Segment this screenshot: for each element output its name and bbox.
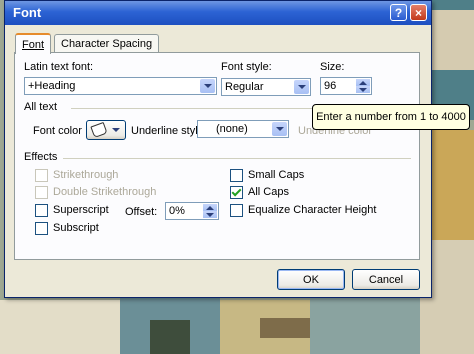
all-caps-checkbox[interactable] — [230, 186, 243, 199]
equalize-height-checkbox[interactable] — [230, 204, 243, 217]
font-style-label: Font style: — [221, 61, 272, 73]
size-value: 96 — [324, 80, 337, 92]
effects-section-label: Effects — [24, 151, 58, 163]
chevron-down-icon — [297, 85, 306, 89]
chevron-down-icon — [275, 127, 284, 131]
latin-font-select[interactable]: +Heading — [24, 77, 217, 95]
font-style-value: Regular — [225, 81, 264, 93]
dialog-title: Font — [13, 5, 42, 20]
superscript-label: Superscript — [53, 204, 109, 216]
all-caps-label: All Caps — [248, 186, 289, 198]
size-spin-down[interactable] — [356, 86, 370, 93]
size-tooltip: Enter a number from 1 to 4000 — [312, 104, 470, 130]
offset-spin-down[interactable] — [203, 211, 217, 218]
offset-spin-up[interactable] — [203, 204, 217, 211]
chevron-up-icon — [359, 80, 367, 85]
strikethrough-checkbox[interactable] — [35, 169, 48, 182]
title-bar[interactable]: Font ? × — [5, 1, 431, 25]
size-tooltip-text: Enter a number from 1 to 4000 — [316, 111, 466, 123]
close-button[interactable]: × — [410, 4, 427, 21]
tab-font[interactable]: Font — [15, 33, 52, 54]
chevron-up-icon — [206, 205, 214, 210]
underline-style-value: (none) — [216, 123, 248, 135]
size-spinbox[interactable]: 96 — [320, 77, 372, 95]
font-color-label: Font color — [33, 125, 82, 137]
double-strikethrough-label: Double Strikethrough — [53, 186, 157, 198]
double-strikethrough-checkbox[interactable] — [35, 186, 48, 199]
offset-label: Offset: — [125, 206, 158, 218]
latin-font-label: Latin text font: — [24, 61, 94, 73]
underline-style-label: Underline style — [131, 125, 204, 137]
close-icon: × — [414, 5, 422, 20]
small-caps-checkbox[interactable] — [230, 169, 243, 182]
subscript-checkbox[interactable] — [35, 222, 48, 235]
strikethrough-label: Strikethrough — [53, 169, 119, 181]
font-style-select[interactable]: Regular — [221, 78, 311, 96]
help-icon: ? — [394, 5, 403, 20]
font-dialog: Font ? × Font Character Spacing Latin te… — [4, 0, 432, 298]
latin-font-value: +Heading — [28, 80, 76, 92]
effects-divider — [63, 158, 411, 159]
offset-value: 0% — [169, 205, 185, 217]
latin-font-dropdown-button[interactable] — [200, 79, 215, 93]
size-label: Size: — [320, 61, 345, 73]
superscript-checkbox[interactable] — [35, 204, 48, 217]
tab-font-label: Font — [22, 38, 45, 51]
chevron-down-icon — [206, 212, 214, 217]
cancel-button[interactable]: Cancel — [352, 269, 420, 290]
chevron-down-icon — [203, 84, 212, 88]
offset-spinbox[interactable]: 0% — [165, 202, 219, 220]
help-button[interactable]: ? — [390, 4, 407, 21]
small-caps-label: Small Caps — [248, 169, 305, 181]
paint-bucket-icon — [90, 121, 108, 139]
tab-character-spacing[interactable]: Character Spacing — [54, 34, 160, 53]
size-spin-up[interactable] — [356, 79, 370, 86]
equalize-height-label: Equalize Character Height — [248, 204, 377, 216]
all-text-section-label: All text — [24, 101, 58, 113]
font-tab-panel: Latin text font: +Heading Font style: Re… — [14, 52, 420, 260]
chevron-down-icon — [359, 87, 367, 92]
font-color-button[interactable] — [86, 120, 126, 140]
underline-style-select[interactable]: (none) — [197, 120, 289, 138]
ok-button[interactable]: OK — [277, 269, 345, 290]
ok-button-label: OK — [303, 273, 319, 286]
tab-character-spacing-label: Character Spacing — [61, 38, 153, 50]
cancel-button-label: Cancel — [368, 273, 404, 286]
font-style-dropdown-button[interactable] — [294, 80, 309, 94]
underline-style-dropdown-button[interactable] — [272, 122, 287, 136]
subscript-label: Subscript — [53, 222, 99, 234]
chevron-down-icon — [112, 128, 120, 132]
